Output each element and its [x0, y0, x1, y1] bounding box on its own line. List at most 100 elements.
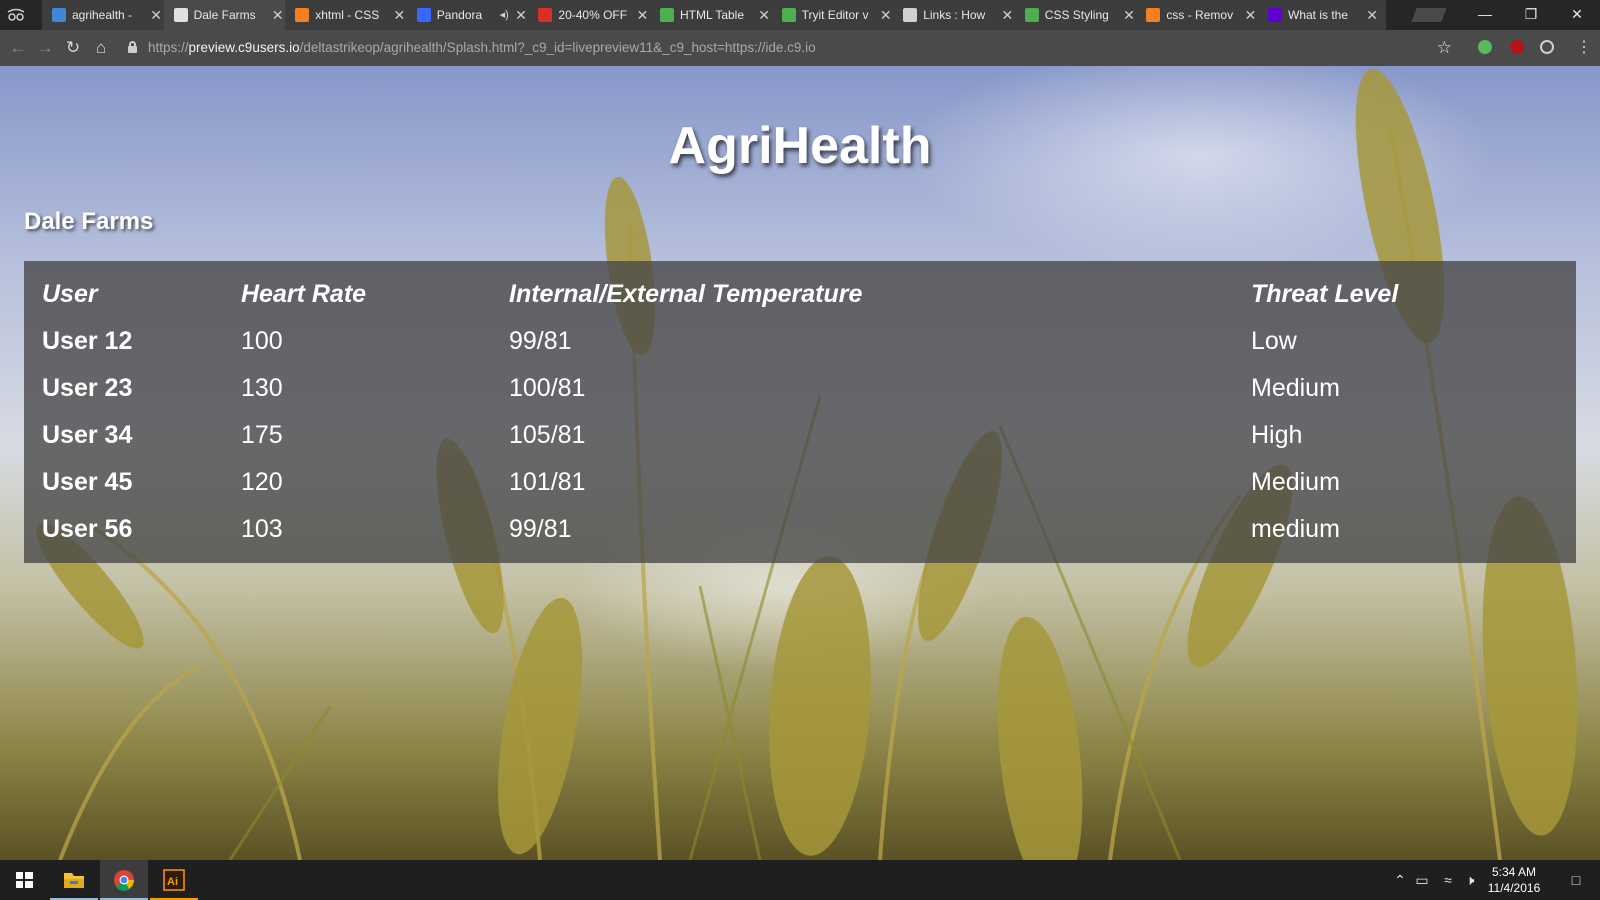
- tab-title: agrihealth -: [72, 8, 133, 22]
- notifications-icon[interactable]: □: [1556, 860, 1596, 900]
- tab-title: Links : How: [923, 8, 986, 22]
- close-window-icon[interactable]: ✕: [1554, 0, 1600, 30]
- url-text[interactable]: https://preview.c9users.io/deltastrikeop…: [148, 34, 816, 62]
- clock-date: 11/4/2016: [1487, 881, 1541, 895]
- file-explorer-icon[interactable]: [50, 860, 98, 900]
- browser-tab[interactable]: Dale Farms ✕: [163, 0, 292, 30]
- tab-close-icon[interactable]: ✕: [515, 0, 527, 30]
- browser-tab[interactable]: CSS Styling ✕: [1014, 0, 1143, 30]
- restore-icon[interactable]: ❐: [1508, 0, 1554, 30]
- cell-heart-rate: 120: [241, 468, 283, 496]
- tab-title: What is the: [1288, 8, 1349, 22]
- cell-temperature: 99/81: [509, 327, 572, 355]
- minimize-icon[interactable]: —: [1462, 0, 1508, 30]
- search-extension-icon[interactable]: [1540, 40, 1554, 54]
- svg-text:Ai: Ai: [167, 876, 178, 888]
- battery-icon[interactable]: ▭: [1410, 860, 1434, 900]
- w3schools-icon: [660, 8, 674, 22]
- tab-title: xhtml - CSS: [315, 8, 380, 22]
- tab-close-icon[interactable]: ✕: [637, 0, 649, 30]
- table-row: User 45 120 101/81 Medium: [24, 459, 1576, 506]
- cell-threat-level: Low: [1251, 327, 1297, 355]
- illustrator-icon[interactable]: Ai: [150, 860, 198, 900]
- chevron-up-icon[interactable]: ⌃: [1388, 860, 1412, 900]
- browser-tab[interactable]: Links : How ✕: [893, 0, 1022, 30]
- cell-temperature: 105/81: [509, 421, 586, 449]
- table-row: User 12 100 99/81 Low: [24, 318, 1576, 365]
- volume-icon[interactable]: 🕨: [1458, 860, 1482, 900]
- browser-tab[interactable]: xhtml - CSS ✕: [285, 0, 414, 30]
- farm-name-heading: Dale Farms: [24, 208, 154, 235]
- tab-close-icon[interactable]: ✕: [150, 0, 162, 30]
- cell-temperature: 101/81: [509, 468, 586, 496]
- globe-icon: [903, 8, 918, 22]
- cell-heart-rate: 103: [241, 515, 283, 543]
- cell-temperature: 100/81: [509, 374, 586, 402]
- pandora-icon: [416, 8, 431, 22]
- tab-close-icon[interactable]: ✕: [1123, 0, 1135, 30]
- cell-user: User 56: [42, 515, 133, 543]
- home-icon[interactable]: ⌂: [89, 36, 113, 60]
- back-icon[interactable]: ←: [6, 36, 30, 60]
- system-clock[interactable]: 5:34 AM 11/4/2016: [1484, 864, 1544, 896]
- tab-close-icon[interactable]: ✕: [272, 0, 284, 30]
- ublock-extension-icon[interactable]: [1510, 40, 1524, 54]
- cell-user: User 45: [42, 468, 133, 496]
- cell-temperature: 99/81: [509, 515, 572, 543]
- tab-close-icon[interactable]: ✕: [1001, 0, 1013, 30]
- wifi-icon[interactable]: ≈: [1436, 860, 1460, 900]
- cell-threat-level: High: [1251, 421, 1303, 449]
- cell-user: User 34: [42, 421, 133, 449]
- tab-close-icon[interactable]: ✕: [393, 0, 405, 30]
- cloud9-icon: [52, 8, 66, 22]
- bookmark-star-icon[interactable]: ☆: [1437, 34, 1452, 62]
- clock-time: 5:34 AM: [1491, 865, 1537, 879]
- cell-threat-level: Medium: [1251, 374, 1340, 402]
- page-icon: [173, 8, 188, 22]
- chrome-menu-icon[interactable]: [6, 6, 26, 24]
- stackoverflow-icon: [295, 8, 310, 22]
- browser-tab[interactable]: agrihealth - ✕: [42, 0, 170, 30]
- browser-toolbar: ← → ↻ ⌂ https://preview.c9users.io/delta…: [0, 30, 1600, 66]
- tab-title: 20-40% OFF: [558, 8, 628, 22]
- lock-icon: [128, 41, 137, 53]
- forward-icon[interactable]: →: [33, 36, 57, 60]
- cell-threat-level: medium: [1251, 515, 1340, 543]
- tab-close-icon[interactable]: ✕: [758, 0, 770, 30]
- browser-tab[interactable]: Tryit Editor v ✕: [771, 0, 900, 30]
- header-user: User: [42, 280, 98, 308]
- tab-close-icon[interactable]: ✕: [880, 0, 892, 30]
- browser-tab[interactable]: css - Remov ✕: [1136, 0, 1265, 30]
- browser-tab[interactable]: Pandora ◂) ✕: [406, 0, 535, 30]
- tab-title: CSS Styling: [1044, 8, 1109, 22]
- tab-title: Dale Farms: [193, 8, 256, 22]
- start-icon[interactable]: [0, 860, 48, 900]
- browser-tab[interactable]: 20-40% OFF ✕: [528, 0, 657, 30]
- reload-icon[interactable]: ↻: [61, 36, 85, 60]
- tab-title: Tryit Editor v: [801, 8, 869, 22]
- tab-close-icon[interactable]: ✕: [1366, 0, 1378, 30]
- new-tab-button[interactable]: [1411, 8, 1447, 22]
- page-title: AgriHealth: [668, 117, 932, 175]
- evernote-extension-icon[interactable]: [1478, 40, 1492, 54]
- chrome-icon[interactable]: [100, 860, 148, 900]
- tab-audio-icon[interactable]: ◂): [500, 0, 509, 30]
- browser-tab[interactable]: What is the ✕: [1258, 0, 1386, 30]
- tab-title: HTML Table: [680, 8, 745, 22]
- header-heart-rate: Heart Rate: [241, 280, 367, 308]
- table-row: User 56 103 99/81 medium: [24, 506, 1576, 553]
- cell-threat-level: Medium: [1251, 468, 1340, 496]
- more-menu-icon[interactable]: ⋮: [1572, 36, 1596, 60]
- cell-user: User 23: [42, 374, 133, 402]
- tab-close-icon[interactable]: ✕: [1245, 0, 1257, 30]
- w3schools-icon: [1024, 8, 1039, 22]
- table-row: User 34 175 105/81 High: [24, 412, 1576, 459]
- yahoo-icon: [1268, 8, 1282, 22]
- table-body: User 12 100 99/81 Low User 23 130 100/81 Medium…: [24, 318, 1576, 553]
- header-temperature: Internal/External Temperature: [509, 280, 863, 308]
- stackoverflow-icon: [1146, 8, 1161, 22]
- browser-tab[interactable]: HTML Table ✕: [650, 0, 778, 30]
- health-table: User Heart Rate Internal/External Temper…: [24, 271, 1576, 553]
- address-bar[interactable]: https://preview.c9users.io/deltastrikeop…: [122, 34, 1460, 62]
- cell-heart-rate: 130: [241, 374, 283, 402]
